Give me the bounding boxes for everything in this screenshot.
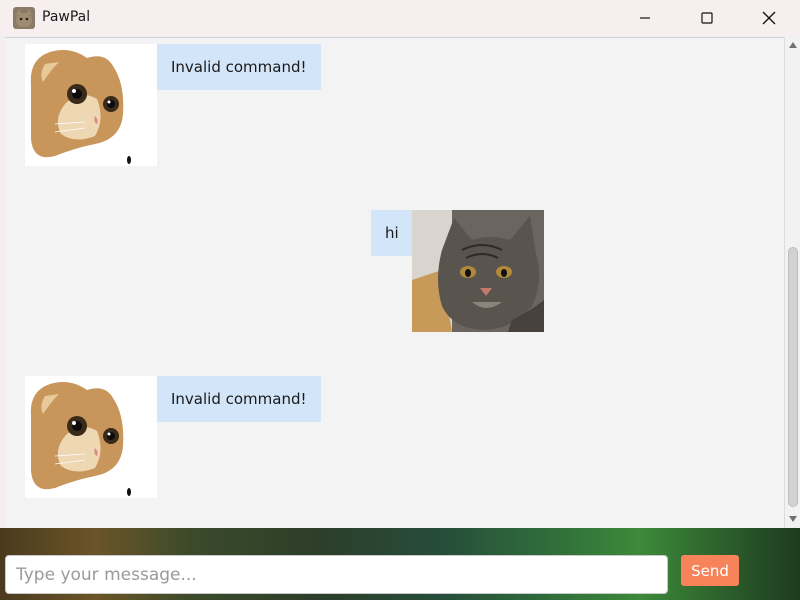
close-icon xyxy=(762,11,776,25)
chat-messages-area[interactable]: Invalid command! hi Invalid command! xyxy=(5,37,784,528)
bot-message-bubble: Invalid command! xyxy=(157,376,321,422)
bot-message-bubble: Invalid command! xyxy=(157,44,321,90)
tabby-cat-avatar xyxy=(412,210,544,332)
minimize-icon xyxy=(640,17,650,19)
send-button[interactable]: Send xyxy=(681,555,739,586)
message-input[interactable] xyxy=(5,555,668,594)
close-button[interactable] xyxy=(738,0,800,36)
window-title: PawPal xyxy=(42,9,91,25)
orange-cat-avatar xyxy=(25,44,157,166)
scroll-up-icon[interactable] xyxy=(788,41,798,49)
cat-app-icon xyxy=(13,7,35,29)
chat-scrollbar[interactable] xyxy=(784,37,800,528)
title-bar[interactable]: PawPal xyxy=(0,0,800,36)
minimize-button[interactable] xyxy=(614,0,676,36)
orange-cat-avatar xyxy=(25,376,157,498)
user-message-bubble: hi xyxy=(371,210,413,256)
maximize-icon xyxy=(701,12,713,24)
maximize-button[interactable] xyxy=(676,0,738,36)
scroll-down-icon[interactable] xyxy=(788,515,798,523)
scroll-thumb[interactable] xyxy=(788,247,798,507)
app-window: PawPal Invalid command! hi Invalid comma… xyxy=(0,0,800,600)
